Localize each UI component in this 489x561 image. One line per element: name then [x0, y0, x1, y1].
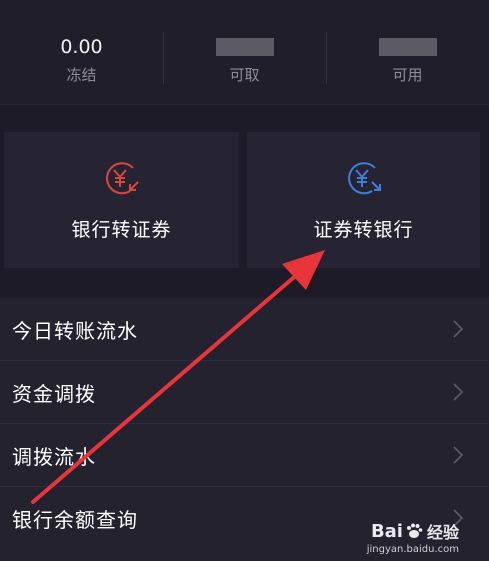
- menu-item-label: 银行余额查询: [12, 507, 138, 532]
- frozen-value: 0.00: [60, 36, 103, 58]
- chevron-right-icon: [453, 320, 463, 338]
- menu-item-today-transfers[interactable]: 今日转账流水: [0, 298, 489, 361]
- paw-icon: [406, 523, 423, 538]
- divider: [0, 104, 489, 105]
- available-value-masked: [378, 38, 437, 56]
- watermark: Bai 经验 jingyan.baidu.com: [366, 519, 459, 556]
- menu-item-label: 今日转账流水: [12, 318, 138, 343]
- securities-to-bank-button[interactable]: 证券转银行: [247, 132, 480, 268]
- frozen-label: 冻结: [66, 66, 97, 84]
- withdrawable-amount: 可取: [163, 0, 326, 104]
- menu-item-label: 调拨流水: [12, 444, 96, 469]
- account-summary: 0.00 冻结 可取 可用: [0, 0, 489, 104]
- menu-item-fund-allocation[interactable]: 资金调拨: [0, 361, 489, 424]
- yen-in-icon: [105, 162, 139, 195]
- chevron-right-icon: [453, 446, 463, 464]
- watermark-brand-suffix: 经验: [426, 523, 459, 542]
- watermark-brand: Bai: [370, 520, 403, 542]
- menu-item-label: 资金调拨: [12, 381, 96, 406]
- bank-to-securities-button[interactable]: 银行转证券: [4, 132, 239, 268]
- available-label: 可用: [392, 66, 423, 84]
- withdrawable-label: 可取: [229, 66, 260, 84]
- securities-to-bank-label: 证券转银行: [313, 219, 414, 241]
- frozen-amount: 0.00 冻结: [0, 0, 163, 104]
- bank-to-securities-label: 银行转证券: [71, 219, 172, 241]
- yen-out-icon: [347, 162, 381, 195]
- menu-item-allocation-records[interactable]: 调拨流水: [0, 424, 489, 487]
- watermark-url: jingyan.baidu.com: [366, 544, 459, 555]
- available-amount: 可用: [326, 0, 489, 104]
- chevron-right-icon: [453, 383, 463, 401]
- withdrawable-value-masked: [215, 38, 274, 56]
